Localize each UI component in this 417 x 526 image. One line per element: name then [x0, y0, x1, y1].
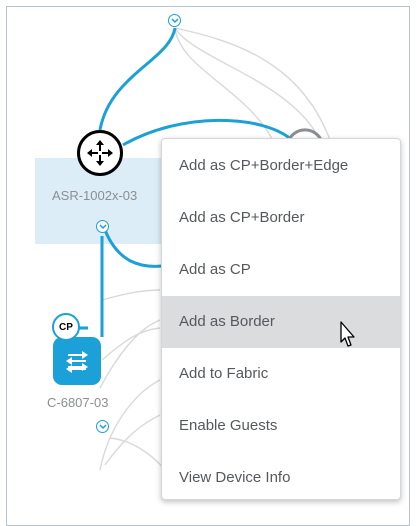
- device-context-menu: Add as CP+Border+Edge Add as CP+Border A…: [161, 138, 401, 500]
- expand-top-icon[interactable]: [168, 14, 181, 27]
- menu-item-add-border[interactable]: Add as Border: [162, 296, 400, 348]
- switch-label: C-6807-03: [47, 395, 109, 410]
- expand-router-icon[interactable]: [96, 220, 109, 233]
- router-node[interactable]: [77, 130, 123, 176]
- menu-item-add-cp-border-edge[interactable]: Add as CP+Border+Edge: [162, 140, 400, 192]
- menu-item-add-cp[interactable]: Add as CP: [162, 244, 400, 296]
- menu-item-enable-guests[interactable]: Enable Guests: [162, 400, 400, 452]
- menu-item-view-device-info[interactable]: View Device Info: [162, 452, 400, 504]
- router-label: ASR-1002x-03: [52, 188, 138, 203]
- expand-switch-icon[interactable]: [96, 420, 109, 433]
- switch-node[interactable]: [53, 337, 101, 385]
- switch-icon: [66, 351, 88, 373]
- menu-item-add-to-fabric[interactable]: Add to Fabric: [162, 348, 400, 400]
- router-icon: [87, 140, 113, 166]
- cp-badge: CP: [52, 313, 80, 341]
- menu-item-add-cp-border[interactable]: Add as CP+Border: [162, 192, 400, 244]
- mouse-cursor-icon: [340, 321, 355, 347]
